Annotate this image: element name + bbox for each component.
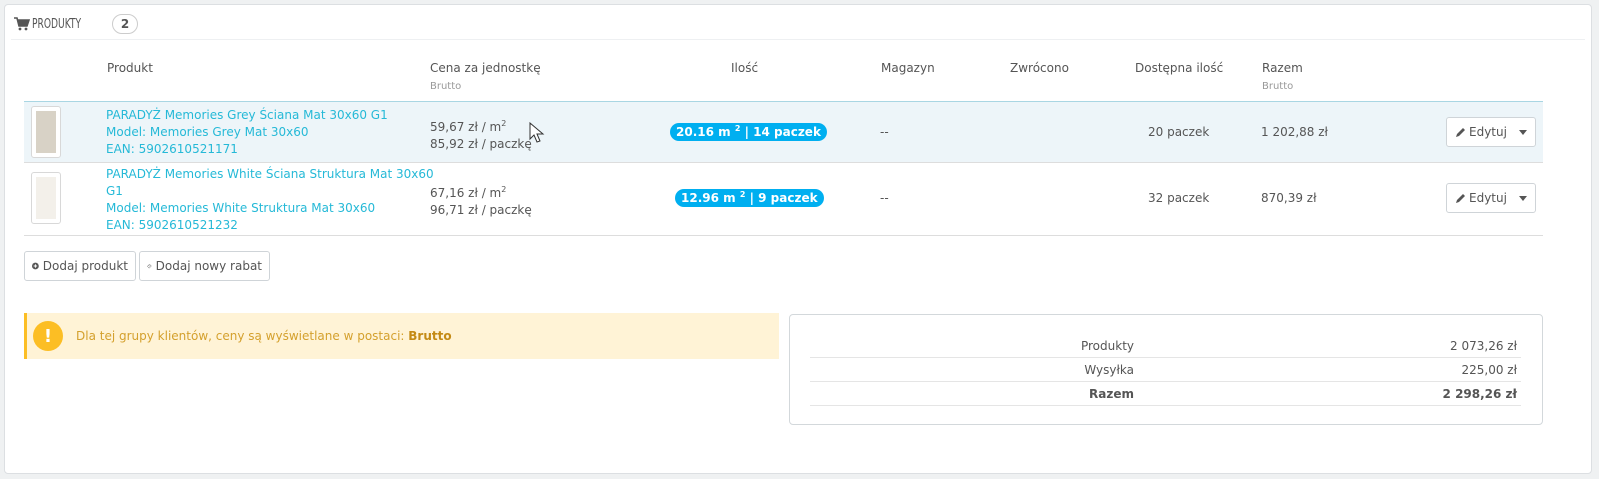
available-qty: 32 paczek [1148,191,1210,205]
ticket-icon [147,263,152,269]
table-row: PARADYŻ Memories White Ściana Struktura … [24,163,1543,235]
summary-row-shipping: Wysyłka 225,00 zł [810,358,1521,382]
add-product-button[interactable]: Dodaj produkt [24,251,136,281]
quantity-badge: 20.16 m 2 | 14 paczek [670,123,827,141]
col-total-label: Razem [1262,61,1303,75]
price-per-m2: 67,16 zł / m [430,186,502,200]
available-qty: 20 paczek [1148,125,1210,139]
product-name-line2[interactable]: G1 [106,183,434,200]
product-model[interactable]: Model: Memories Grey Mat 30x60 [106,124,388,141]
product-thumbnail[interactable] [31,172,61,224]
pencil-icon [1456,193,1465,203]
caret-down-icon [1518,129,1527,135]
qty-m2: 20.16 m [676,125,735,139]
edit-button[interactable]: Edytuj [1446,183,1536,213]
caret-down-icon [1518,195,1527,201]
edit-button-label: Edytuj [1469,191,1507,205]
qty-packs: | 9 paczek [745,191,818,205]
col-total-sub: Brutto [1262,81,1294,92]
product-ean[interactable]: EAN: 5902610521232 [106,217,434,234]
add-discount-label: Dodaj nowy rabat [155,259,262,273]
product-ean[interactable]: EAN: 5902610521171 [106,141,388,158]
qty-m2: 12.96 m [681,191,740,205]
unit-price: 59,67 zł / m2 85,92 zł / paczkę [430,115,532,153]
summary-row-products: Produkty 2 073,26 zł [810,334,1521,358]
edit-button-main[interactable]: Edytuj [1447,125,1511,139]
summary-label: Produkty [1080,339,1134,353]
add-discount-button[interactable]: Dodaj nowy rabat [139,251,270,281]
summary-row-total: Razem 2 298,26 zł [810,382,1521,406]
price-per-pack: 96,71 zł / paczkę [430,203,532,217]
edit-button-main[interactable]: Edytuj [1447,191,1511,205]
alert-text: Dla tej grupy klientów, ceny są wyświetl… [76,329,409,343]
col-unit-price-label: Cena za jednostkę [430,61,541,75]
col-warehouse: Magazyn [881,61,935,75]
order-summary: Produkty 2 073,26 zł Wysyłka 225,00 zł R… [789,314,1543,425]
product-name[interactable]: PARADYŻ Memories Grey Ściana Mat 30x60 G… [106,107,388,124]
row-total: 870,39 zł [1261,191,1317,205]
plus-circle-icon [32,262,39,270]
table-row: PARADYŻ Memories Grey Ściana Mat 30x60 G… [24,102,1543,162]
col-available: Dostępna ilość [1135,61,1224,75]
warehouse-value: -- [880,125,889,139]
table-bottom-divider [24,235,1543,236]
edit-dropdown-toggle[interactable] [1511,195,1535,201]
product-thumbnail[interactable] [31,106,61,158]
edit-button[interactable]: Edytuj [1446,117,1536,147]
price-sup: 2 [501,185,507,194]
product-link[interactable]: PARADYŻ Memories White Ściana Struktura … [106,166,434,234]
price-sup: 2 [501,119,507,128]
summary-value: 2 073,26 zł [1450,339,1517,353]
product-count-badge: 2 [112,14,138,34]
product-link[interactable]: PARADYŻ Memories Grey Ściana Mat 30x60 G… [106,107,388,158]
product-name-line1[interactable]: PARADYŻ Memories White Ściana Struktura … [106,166,434,183]
mouse-cursor-icon [529,122,545,143]
price-display-alert: ! Dla tej grupy klientów, ceny są wyświe… [24,313,779,359]
alert-bold-value: Brutto [408,329,452,343]
summary-value: 225,00 zł [1461,363,1517,377]
row-total: 1 202,88 zł [1261,125,1328,139]
edit-dropdown-toggle[interactable] [1511,129,1535,135]
add-product-label: Dodaj produkt [42,259,128,273]
panel-header: PRODUKTY 2 [11,9,1585,40]
unit-price: 67,16 zł / m2 96,71 zł / paczkę [430,181,532,219]
pencil-icon [1456,127,1465,137]
warehouse-value: -- [880,191,889,205]
panel-title: PRODUKTY [32,16,82,32]
alert-message: Dla tej grupy klientów, ceny są wyświetl… [76,329,452,343]
price-per-pack: 85,92 zł / paczkę [430,137,532,151]
qty-packs: | 14 paczek [740,125,821,139]
summary-label: Razem [1089,387,1134,401]
price-per-m2: 59,67 zł / m [430,120,502,134]
col-total: Razem Brutto [1262,61,1303,92]
warning-icon: ! [33,321,63,351]
col-quantity: Ilość [731,61,759,75]
summary-value: 2 298,26 zł [1442,387,1517,401]
summary-label: Wysyłka [1084,363,1134,377]
col-unit-price: Cena za jednostkę Brutto [430,61,541,92]
col-product: Produkt [107,61,153,75]
product-model[interactable]: Model: Memories White Struktura Mat 30x6… [106,200,434,217]
col-returned: Zwrócono [1010,61,1069,75]
col-unit-price-sub: Brutto [430,81,462,92]
edit-button-label: Edytuj [1469,125,1507,139]
shopping-cart-icon [14,17,30,31]
quantity-badge: 12.96 m 2 | 9 paczek [675,189,824,207]
